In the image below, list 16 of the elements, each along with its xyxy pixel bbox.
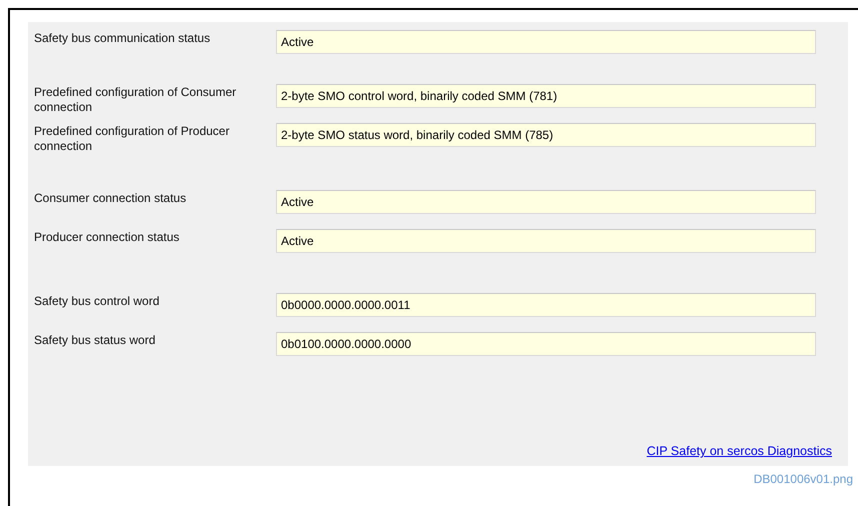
diagnostics-link[interactable]: CIP Safety on sercos Diagnostics xyxy=(646,444,832,458)
field-label: Safety bus status word xyxy=(34,333,156,348)
image-caption: DB001006v01.png xyxy=(752,472,853,486)
field-label: Producer connection status xyxy=(34,230,180,245)
value-field[interactable]: 2-byte SMO status word, binarily coded SMM (785) xyxy=(276,123,816,147)
value-field[interactable]: Active xyxy=(276,229,816,253)
value-field[interactable]: 0b0100.0000.0000.0000 xyxy=(276,332,816,356)
value-field[interactable]: 2-byte SMO control word, binarily coded SMM (781) xyxy=(276,84,816,108)
field-label: Safety bus control word xyxy=(34,294,160,309)
field-label: Predefined configuration of Consumer connection xyxy=(34,85,238,115)
field-label: Safety bus communication status xyxy=(34,31,212,46)
value-field[interactable]: Active xyxy=(276,190,816,214)
field-label: Consumer connection status xyxy=(34,191,188,206)
field-label: Predefined configuration of Producer connection xyxy=(34,124,230,154)
value-field[interactable]: Active xyxy=(276,30,816,54)
value-field[interactable]: 0b0000.0000.0000.0011 xyxy=(276,293,816,317)
